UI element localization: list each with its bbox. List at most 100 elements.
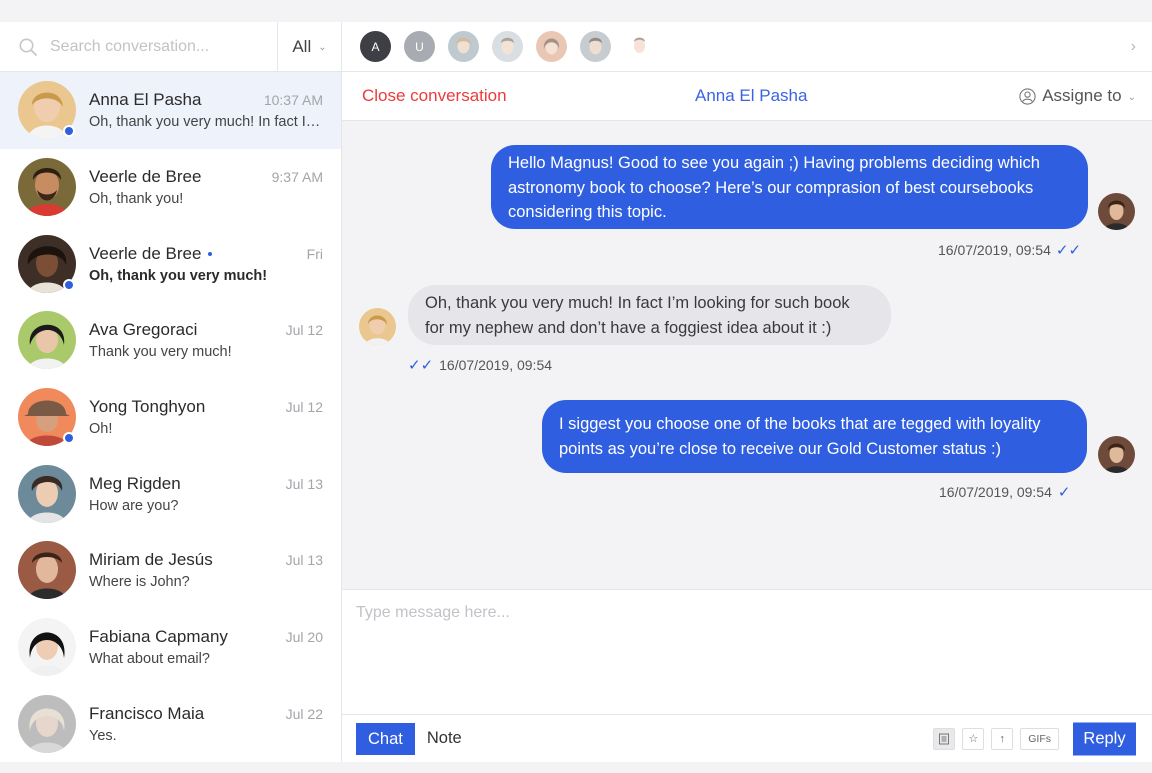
conversation-contact-name[interactable]: Anna El Pasha bbox=[695, 86, 807, 106]
conversation-item[interactable]: Francisco Maia Jul 22 Yes. bbox=[0, 686, 341, 763]
conversation-time: 10:37 AM bbox=[263, 92, 323, 109]
unread-dot bbox=[208, 252, 213, 257]
agent-avatar[interactable]: U bbox=[404, 31, 435, 62]
avatar bbox=[18, 618, 76, 677]
conversation-item[interactable]: Anna El Pasha 10:37 AM Oh, thank you ver… bbox=[0, 72, 341, 149]
conversation-header: Close conversation Anna El Pasha Assigne… bbox=[342, 72, 1152, 121]
agent-avatar[interactable]: A bbox=[360, 31, 391, 62]
filter-label: All bbox=[292, 36, 312, 56]
conversation-name: Miriam de Jesús bbox=[89, 550, 213, 570]
avatar bbox=[18, 541, 76, 600]
close-conversation-button[interactable]: Close conversation bbox=[362, 86, 507, 106]
agent-avatar[interactable] bbox=[624, 31, 655, 62]
avatar bbox=[18, 234, 76, 293]
conversation-time: Fri bbox=[306, 245, 323, 262]
search-input[interactable] bbox=[50, 37, 260, 56]
conversation-item[interactable]: Ava Gregoraci Jul 12 Thank you very much… bbox=[0, 302, 341, 379]
timestamp-text: 16/07/2019, 09:54 bbox=[439, 357, 553, 373]
filter-dropdown[interactable]: All ⌄ bbox=[277, 22, 341, 71]
composer-tools: ☆ ↑ GIFs bbox=[926, 727, 1059, 750]
agent-avatar[interactable] bbox=[580, 31, 611, 62]
avatar bbox=[18, 81, 76, 140]
conversation-time: Jul 12 bbox=[285, 399, 323, 416]
agent-avatar[interactable] bbox=[448, 31, 479, 62]
conversation-name: Fabiana Capmany bbox=[89, 627, 228, 647]
person-circle-icon bbox=[1019, 87, 1036, 105]
incoming-message-bubble: Oh, thank you very much! In fact I’m loo… bbox=[408, 285, 891, 345]
agent-avatar[interactable] bbox=[492, 31, 523, 62]
chat-app: All ⌄ Anna El Pasha 10:37 AM Oh, thank y… bbox=[0, 22, 1152, 762]
conversation-item[interactable]: Fabiana Capmany Jul 20 What about email? bbox=[0, 609, 341, 686]
conversation-time: 9:37 AM bbox=[271, 169, 323, 186]
conversation-name: Ava Gregoraci bbox=[89, 320, 198, 340]
conversation-name: Veerle de Bree bbox=[89, 244, 213, 264]
conversation-item[interactable]: Miriam de Jesús Jul 13 Where is John? bbox=[0, 532, 341, 609]
outgoing-message-bubble: Hello Magnus! Good to see you again ;) H… bbox=[491, 145, 1088, 229]
agent-message-avatar bbox=[1098, 436, 1135, 473]
star-icon[interactable]: ☆ bbox=[962, 727, 985, 750]
conversation-item[interactable]: Meg Rigden Jul 13 How are you? bbox=[0, 455, 341, 532]
assign-dropdown[interactable]: Assigne to ⌄ bbox=[1019, 86, 1136, 106]
message-line: Hello Magnus! Good to see you again ;) H… bbox=[508, 154, 1040, 172]
timestamp-text: 16/07/2019, 09:54 bbox=[938, 242, 1051, 258]
message-timestamp: 16/07/2019, 09:54 ✓ bbox=[939, 483, 1070, 501]
search-box bbox=[0, 22, 277, 71]
conversation-name: Francisco Maia bbox=[89, 703, 205, 723]
message-thread: Hello Magnus! Good to see you again ;) H… bbox=[342, 121, 1152, 590]
conversation-item[interactable]: Veerle de Bree Fri Oh, thank you very mu… bbox=[0, 225, 341, 302]
online-status-dot bbox=[63, 278, 75, 291]
reply-button[interactable]: Reply bbox=[1073, 722, 1136, 755]
timestamp-text: 16/07/2019, 09:54 bbox=[939, 484, 1052, 500]
conversation-name: Yong Tonghyon bbox=[89, 397, 206, 417]
avatar bbox=[18, 311, 76, 370]
conversation-item[interactable]: Veerle de Bree 9:37 AM Oh, thank you! bbox=[0, 149, 341, 226]
composer-toolbar: Chat Note ☆ ↑ GIFs Reply bbox=[342, 715, 1152, 762]
chevron-down-icon: ⌄ bbox=[318, 42, 327, 53]
agent-message-avatar bbox=[1098, 193, 1135, 230]
conversation-preview: Thank you very much! bbox=[89, 344, 232, 361]
conversation-sidebar: All ⌄ Anna El Pasha 10:37 AM Oh, thank y… bbox=[0, 22, 342, 762]
message-line: considering this topic. bbox=[508, 203, 667, 221]
tab-note[interactable]: Note bbox=[427, 729, 462, 748]
online-status-dot bbox=[63, 432, 75, 445]
agent-initial: A bbox=[371, 39, 380, 54]
conversation-preview: Oh! bbox=[89, 421, 113, 438]
gif-button[interactable]: GIFs bbox=[1020, 727, 1059, 750]
outgoing-message-bubble: I siggest you choose one of the books th… bbox=[542, 400, 1087, 473]
double-check-icon: ✓✓ bbox=[1055, 242, 1082, 259]
message-line: for my nephew and don’t have a foggiest … bbox=[425, 318, 832, 337]
conversation-time: Jul 20 bbox=[285, 629, 323, 646]
tab-chat[interactable]: Chat bbox=[356, 722, 415, 755]
conversation-preview: How are you? bbox=[89, 497, 179, 514]
message-line: points as you’re close to receive our Go… bbox=[559, 439, 1002, 458]
agent-avatar[interactable] bbox=[536, 31, 567, 62]
conversation-preview: Oh, thank you! bbox=[89, 191, 184, 208]
assign-label: Assigne to bbox=[1042, 86, 1122, 105]
double-check-icon: ✓✓ bbox=[408, 357, 434, 374]
conversation-item[interactable]: Yong Tonghyon Jul 12 Oh! bbox=[0, 379, 341, 456]
message-input[interactable] bbox=[342, 590, 1152, 714]
conversation-name: Anna El Pasha bbox=[89, 90, 202, 110]
chevron-right-icon[interactable]: › bbox=[1131, 38, 1136, 56]
conversation-preview: Oh, thank you very much! In fact I’m loo… bbox=[89, 114, 323, 131]
document-icon[interactable] bbox=[933, 727, 956, 750]
avatar bbox=[18, 158, 76, 217]
search-icon bbox=[19, 38, 37, 56]
avatar bbox=[18, 464, 76, 523]
message-input-area bbox=[342, 590, 1152, 715]
online-status-dot bbox=[63, 125, 75, 138]
chat-panel: A U › Close conversation Anna El Pasha A… bbox=[342, 22, 1152, 762]
conversation-name: Meg Rigden bbox=[89, 473, 181, 493]
conversation-list: Anna El Pasha 10:37 AM Oh, thank you ver… bbox=[0, 72, 341, 762]
conversation-preview: Oh, thank you very much! bbox=[89, 267, 268, 284]
avatar bbox=[18, 388, 76, 447]
composer: Chat Note ☆ ↑ GIFs Reply bbox=[342, 590, 1152, 762]
contact-message-avatar bbox=[359, 308, 396, 345]
message-line: Oh, thank you very much! In fact I’m loo… bbox=[425, 294, 850, 312]
arrow-up-icon[interactable]: ↑ bbox=[991, 727, 1014, 750]
conversation-time: Jul 13 bbox=[285, 475, 323, 492]
chevron-down-icon: ⌄ bbox=[1127, 92, 1136, 103]
avatar bbox=[18, 694, 76, 753]
search-bar: All ⌄ bbox=[0, 22, 341, 72]
conversation-time: Jul 13 bbox=[285, 552, 323, 569]
